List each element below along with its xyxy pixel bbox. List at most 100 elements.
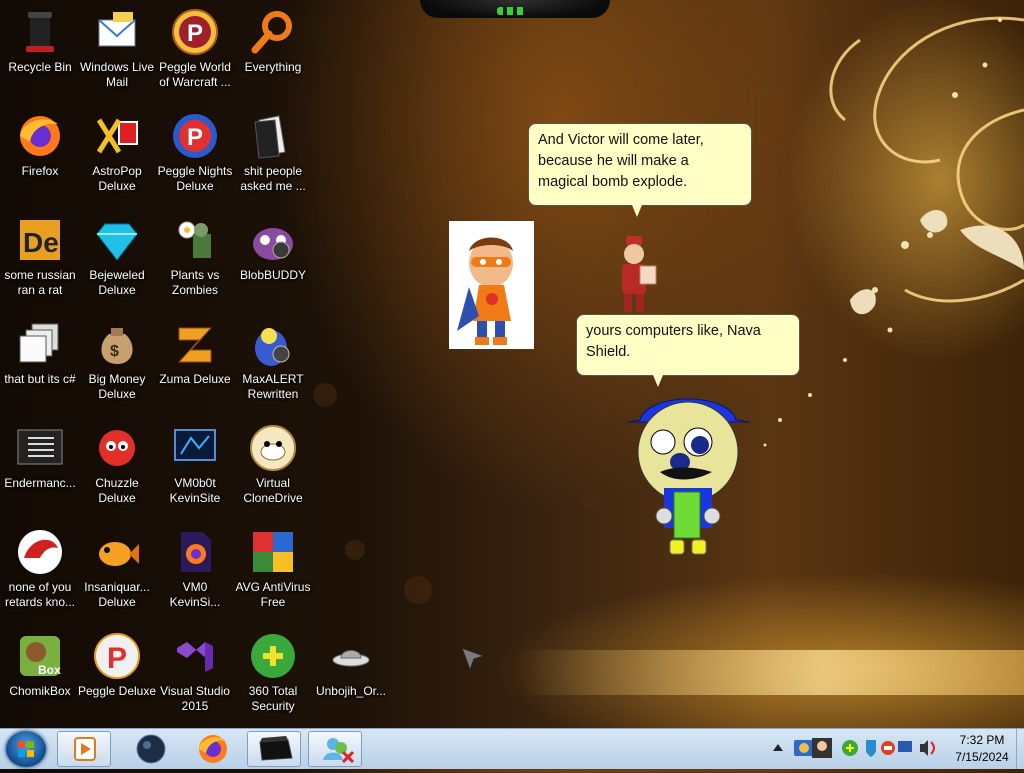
speech-bubble-top-text: And Victor will come later, because he w… — [538, 132, 704, 190]
desktop-icon-label: Plants vs Zombies — [170, 268, 220, 297]
desktop-icon[interactable]: VM0b0t KevinSite — [155, 418, 235, 514]
desktop-icon-label: shit people asked me ... — [240, 164, 306, 193]
desktop-icon[interactable]: Visual Studio 2015 — [155, 626, 235, 722]
peggle-deluxe-icon: P — [93, 632, 141, 680]
desktop-icon[interactable]: Plants vs Zombies — [155, 210, 235, 306]
desktop-icon[interactable]: Bejeweled Deluxe — [77, 210, 157, 306]
show-desktop-button[interactable] — [1016, 729, 1024, 769]
desktop-icon-label: VM0 KevinSi... — [169, 580, 221, 609]
desktop-icon[interactable]: Everything — [233, 2, 313, 98]
svg-text:$: $ — [110, 343, 119, 360]
desktop-icon[interactable]: Virtual CloneDrive — [233, 418, 313, 514]
desktop-icon-label: ChomikBox — [9, 684, 71, 698]
bellhop-character — [622, 236, 657, 312]
super-why-image[interactable] — [449, 221, 534, 349]
desktop-icon-label: Peggle Deluxe — [77, 684, 157, 698]
speech-bubble-bottom: yours computers like, Nava Shield. — [576, 314, 800, 387]
maxalert-icon — [249, 320, 297, 368]
copy-windows-icon — [16, 320, 64, 368]
desktop-icon-label: MaxALERT Rewritten — [242, 372, 304, 401]
start-button[interactable] — [6, 731, 46, 767]
system-tray — [790, 730, 940, 768]
360-security-icon — [249, 632, 297, 680]
blue-cap-character — [628, 398, 751, 555]
tray-overflow-icon[interactable] — [772, 741, 784, 753]
desktop-icon[interactable]: P Peggle World of Warcraft ... — [155, 2, 235, 98]
desktop-icon[interactable]: 360 Total Security — [233, 626, 313, 722]
firefox-icon — [199, 735, 227, 763]
desktop-icon[interactable]: Firefox — [0, 106, 80, 202]
desktop-icon-label: VM0b0t KevinSite — [169, 476, 221, 505]
taskbar: 7:32 PM 7/15/2024 — [0, 728, 1024, 769]
taskbar-media-player-button[interactable] — [57, 731, 111, 767]
desktop-icon[interactable]: Box ChomikBox — [0, 626, 80, 722]
clock-time: 7:32 PM — [959, 733, 1005, 747]
svg-text:Box: Box — [38, 663, 61, 677]
avatar-tray-icon — [812, 738, 832, 758]
de-app-icon: De — [16, 216, 64, 264]
peggle-nights-icon: P — [171, 112, 219, 160]
speech-bubble-top: And Victor will come later, because he w… — [528, 123, 752, 217]
desktop-icon-label: that but its c# — [4, 372, 76, 386]
desktop-icon-label: some russian ran a rat — [4, 268, 76, 297]
network-icon — [794, 740, 814, 756]
wallpaper-lights — [497, 7, 527, 15]
messenger-error-icon — [323, 738, 355, 764]
chomikbox-icon: Box — [16, 632, 64, 680]
taskbar-orb-button[interactable] — [124, 731, 178, 767]
svg-text:De: De — [23, 227, 59, 258]
taskbar-clock[interactable]: 7:32 PM 7/15/2024 — [940, 732, 1024, 768]
desktop-icon-label: AVG AntiVirus Free — [235, 580, 311, 609]
avg-antivirus-icon — [249, 528, 297, 576]
desktop-icon-label: Windows Live Mail — [79, 60, 155, 89]
desktop-icon[interactable]: Recycle Bin — [0, 2, 80, 98]
desktop-icon[interactable]: P Peggle Nights Deluxe — [155, 106, 235, 202]
zuma-icon — [171, 320, 219, 368]
desktop-icon[interactable]: P Peggle Deluxe — [77, 626, 157, 722]
taskbar-messenger-button[interactable] — [308, 731, 362, 767]
clock-date: 7/15/2024 — [955, 750, 1009, 764]
taskbar-blackbox-button[interactable] — [247, 731, 301, 767]
everything-search-icon — [249, 8, 297, 56]
black-box-icon — [259, 736, 293, 761]
desktop-icon[interactable]: AVG AntiVirus Free — [233, 522, 313, 618]
svg-text:P: P — [187, 20, 203, 47]
svg-text:P: P — [187, 124, 203, 151]
speech-bubble-bottom-text: yours computers like, Nava Shield. — [586, 323, 761, 360]
desktop-icon-label: Visual Studio 2015 — [160, 684, 230, 713]
folder-icon — [249, 112, 297, 160]
recycle-bin-icon — [16, 8, 64, 56]
firefox-icon — [16, 112, 64, 160]
windows-logo-icon — [18, 741, 34, 757]
desktop-icon[interactable]: that but its c# — [0, 314, 80, 410]
desktop-icon[interactable]: Insaniquar... Deluxe — [77, 522, 157, 618]
desktop-icon[interactable]: De some russian ran a rat — [0, 210, 80, 306]
desktop-icon[interactable]: Zuma Deluxe — [155, 314, 235, 410]
volume-icon — [920, 740, 935, 756]
red-dragon-icon — [16, 528, 64, 576]
desktop-icon[interactable]: BlobBUDDY — [233, 210, 313, 306]
desktop-icon-label: Peggle World of Warcraft ... — [159, 60, 231, 89]
desktop-icon[interactable]: Endermanc... — [0, 418, 80, 514]
desktop-icon[interactable]: Unbojih_Or... — [311, 626, 391, 722]
money-bag-icon: $ — [93, 320, 141, 368]
desktop-icon[interactable]: Chuzzle Deluxe — [77, 418, 157, 514]
console-window-icon — [16, 424, 64, 472]
desktop-icon[interactable]: VM0 KevinSi... — [155, 522, 235, 618]
desktop-icon[interactable]: none of you retards kno... — [0, 522, 80, 618]
taskbar-firefox-button[interactable] — [186, 731, 240, 767]
desktop-icon-label: Virtual CloneDrive — [243, 476, 303, 505]
record-icon — [881, 741, 895, 755]
desktop-icon-label: Firefox — [21, 164, 59, 178]
desktop-icon[interactable]: $ Big Money Deluxe — [77, 314, 157, 410]
astropop-icon — [93, 112, 141, 160]
desktop-icon[interactable]: Windows Live Mail — [77, 2, 157, 98]
media-player-icon — [74, 737, 96, 761]
firefox-file-icon — [171, 528, 219, 576]
chuzzle-icon — [93, 424, 141, 472]
desktop-icon[interactable]: MaxALERT Rewritten — [233, 314, 313, 410]
super-why-character — [457, 237, 513, 345]
desktop-icon[interactable]: AstroPop Deluxe — [77, 106, 157, 202]
desktop-icon[interactable]: shit people asked me ... — [233, 106, 313, 202]
speech-bubble-top-tail — [632, 205, 642, 217]
